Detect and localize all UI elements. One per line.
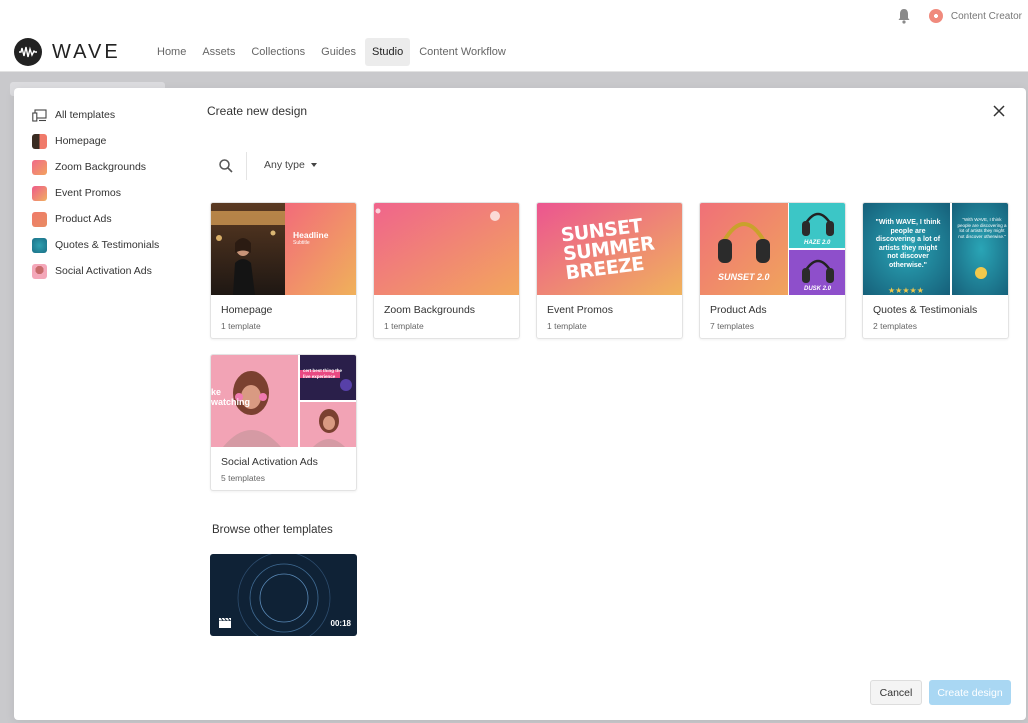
homepage-thumb-headline: Headline (293, 230, 329, 240)
sidebar-item-label: All templates (55, 109, 116, 121)
template-card-product-ads[interactable]: SUNSET 2.0 HAZE 2.0 DUSK 2.0 Product Ads… (699, 202, 846, 339)
social-ads-thumb-icon (32, 263, 47, 279)
waveform-icon (19, 46, 37, 58)
product-ad-dusk: DUSK 2.0 (804, 286, 832, 292)
card-template-count: 5 templates (221, 473, 265, 483)
card-title: Homepage (221, 304, 273, 316)
card-template-count: 1 template (221, 321, 261, 331)
nav-guides[interactable]: Guides (314, 38, 363, 66)
product-ads-thumbnail: SUNSET 2.0 HAZE 2.0 DUSK 2.0 (700, 203, 845, 295)
quotes-thumb-icon (32, 237, 47, 253)
product-ad-title: SUNSET 2.0 (718, 272, 770, 282)
template-category-sidebar: All templates Homepage Zoom Backgrounds … (32, 102, 192, 284)
event-promos-thumb-icon (32, 185, 47, 201)
type-filter-value: Any type (264, 159, 305, 171)
nav-home[interactable]: Home (150, 38, 193, 66)
homepage-thumb-subtitle: Subtitle (293, 240, 310, 246)
nav-studio[interactable]: Studio (365, 38, 411, 66)
social-ad-text-small: cert best thing the live experience (303, 368, 343, 379)
sidebar-item-all-templates[interactable]: All templates (32, 102, 192, 128)
nav-collections[interactable]: Collections (244, 38, 312, 66)
card-title: Product Ads (710, 304, 767, 316)
video-template-card[interactable]: 00:18 (210, 554, 357, 636)
rating-stars-icon: ★★★★★ (888, 286, 924, 295)
sidebar-item-social-activation-ads[interactable]: Social Activation Ads (32, 258, 192, 284)
card-title: Quotes & Testimonials (873, 304, 978, 316)
sidebar-item-label: Homepage (55, 135, 107, 147)
zoom-backgrounds-thumb-icon (32, 159, 47, 175)
sidebar-item-homepage[interactable]: Homepage (32, 128, 192, 154)
sidebar-item-event-promos[interactable]: Event Promos (32, 180, 192, 206)
video-duration: 00:18 (330, 619, 351, 628)
nav-assets[interactable]: Assets (195, 38, 242, 66)
wave-logo[interactable]: WAVE (14, 38, 121, 66)
main-nav: Home Assets Collections Guides Studio Co… (150, 38, 513, 66)
chevron-down-icon (310, 163, 317, 167)
close-icon[interactable] (992, 104, 1006, 118)
card-title: Zoom Backgrounds (384, 304, 476, 316)
sidebar-item-quotes-testimonials[interactable]: Quotes & Testimonials (32, 232, 192, 258)
card-template-count: 7 templates (710, 321, 754, 331)
user-avatar[interactable] (928, 9, 943, 23)
browse-other-templates-heading: Browse other templates (212, 524, 333, 536)
modal-title: Create new design (207, 104, 308, 118)
sidebar-item-label: Zoom Backgrounds (55, 161, 147, 173)
create-design-modal: All templates Homepage Zoom Backgrounds … (14, 88, 1026, 720)
card-template-count: 2 templates (873, 321, 917, 331)
create-design-button[interactable]: Create design (929, 680, 1011, 705)
template-card-zoom-backgrounds[interactable]: Zoom Backgrounds 1 template (373, 202, 520, 339)
event-promo-headline: SUNSET SUMMER BREEZE (560, 215, 658, 285)
notification-bell-icon[interactable] (897, 8, 911, 24)
card-title: Event Promos (547, 304, 613, 316)
quote-text-small: "With WAVE, I think people are discoveri… (957, 217, 1007, 239)
user-area: Content Creator (897, 8, 1022, 24)
sidebar-item-zoom-backgrounds[interactable]: Zoom Backgrounds (32, 154, 192, 180)
cancel-button[interactable]: Cancel (870, 680, 922, 705)
filter-divider (246, 152, 247, 180)
social-ad-text: ke watching (211, 387, 251, 407)
event-promos-thumbnail: SUNSET SUMMER BREEZE (537, 203, 682, 295)
wave-logo-mark (14, 38, 42, 66)
sidebar-item-label: Event Promos (55, 187, 121, 199)
type-filter-dropdown[interactable]: Any type (264, 159, 317, 171)
homepage-thumbnail: Headline Subtitle (211, 203, 356, 295)
card-template-count: 1 template (547, 321, 587, 331)
sidebar-item-label: Social Activation Ads (55, 265, 152, 277)
brand-name: WAVE (52, 40, 121, 63)
devices-icon (32, 108, 47, 123)
top-app-bar: Content Creator WAVE Home Assets Collect… (0, 0, 1028, 72)
sidebar-item-label: Quotes & Testimonials (55, 239, 160, 251)
quote-text: "With WAVE, I think people are discoveri… (875, 219, 941, 269)
template-card-homepage[interactable]: Headline Subtitle Homepage 1 template (210, 202, 357, 339)
clapperboard-icon (219, 617, 231, 628)
product-ads-thumb-icon (32, 211, 47, 227)
card-template-count: 1 template (384, 321, 424, 331)
homepage-thumb-icon (32, 133, 47, 149)
sidebar-item-label: Product Ads (55, 213, 112, 225)
search-icon[interactable] (218, 158, 234, 174)
quotes-testimonials-thumbnail: ★★★★★ "With WAVE, I think people are dis… (863, 203, 1008, 295)
card-title: Social Activation Ads (221, 456, 318, 468)
template-card-social-activation-ads[interactable]: ke watching cert best thing the live exp… (210, 354, 357, 491)
social-activation-ads-thumbnail: ke watching cert best thing the live exp… (211, 355, 356, 447)
template-card-event-promos[interactable]: SUNSET SUMMER BREEZE Event Promos 1 temp… (536, 202, 683, 339)
sidebar-item-product-ads[interactable]: Product Ads (32, 206, 192, 232)
product-ad-haze: HAZE 2.0 (804, 240, 831, 246)
zoom-backgrounds-thumbnail (374, 203, 519, 295)
template-card-quotes-testimonials[interactable]: ★★★★★ "With WAVE, I think people are dis… (862, 202, 1009, 339)
nav-content-workflow[interactable]: Content Workflow (412, 38, 513, 66)
user-name[interactable]: Content Creator (951, 11, 1022, 22)
